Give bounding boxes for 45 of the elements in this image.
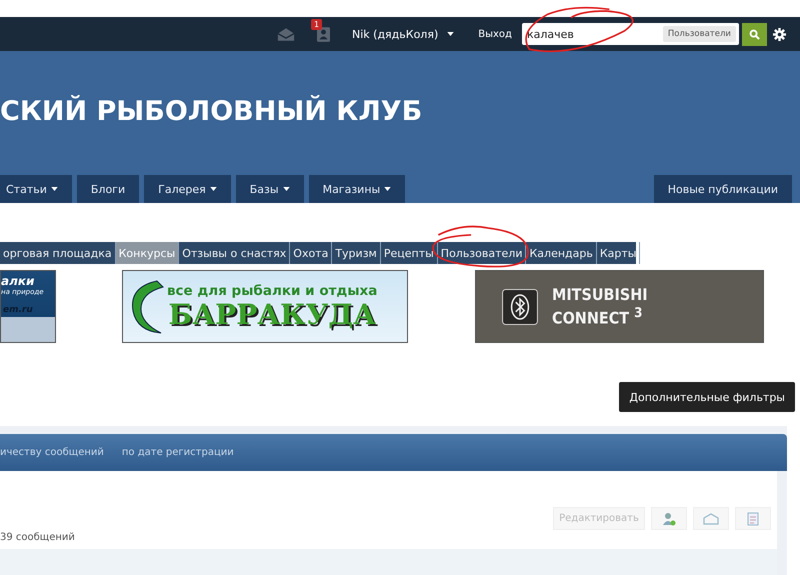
search-scope[interactable]: Пользователи	[662, 26, 736, 42]
nav-item[interactable]: Галерея	[144, 175, 231, 203]
category-tab[interactable]: Календарь	[526, 242, 597, 264]
banner-text: алки	[1, 274, 36, 288]
banner-text: все для рыбалки и отдыха	[167, 282, 378, 298]
filters-button[interactable]: Дополнительные фильтры	[619, 382, 795, 412]
category-tab[interactable]: Туризм	[332, 242, 381, 264]
banner-text: MITSUBISHI	[552, 285, 648, 304]
nav-item[interactable]: Статьи	[0, 175, 72, 203]
ad-banner[interactable]: все для рыбалки и отдыха БАРРАКУДА	[122, 270, 408, 343]
nav-item[interactable]: Блоги	[76, 175, 140, 203]
caret-icon	[210, 187, 217, 191]
settings-icon[interactable]	[772, 28, 786, 40]
site-title: СКИЙ РЫБОЛОВНЫЙ КЛУБ	[0, 94, 424, 129]
user-menu[interactable]: Nik (дядьКоля)	[352, 28, 454, 40]
ad-banner[interactable]: MITSUBISHI CONNECT $^{3}$	[475, 270, 764, 343]
document-icon	[747, 512, 759, 526]
category-tab[interactable]: Рецепты	[380, 242, 438, 264]
category-tab[interactable]: Отзывы о снастях	[179, 242, 290, 264]
caret-icon	[50, 187, 58, 191]
caret-icon	[447, 32, 454, 36]
search-field[interactable]: калачев Пользователи	[522, 23, 739, 45]
banner-text: CONNECT $^{3}$	[552, 305, 644, 328]
logout-link[interactable]: Выход	[478, 28, 512, 40]
caret-icon	[384, 187, 392, 191]
person-icon[interactable]	[317, 26, 330, 42]
category-tab[interactable]: Карты	[596, 242, 640, 264]
category-tab[interactable]: Пользователи	[438, 242, 526, 264]
nav-item[interactable]: Магазины	[308, 175, 406, 203]
nav-item[interactable]: Новые публикации	[654, 175, 792, 203]
search-icon	[748, 28, 760, 40]
sort-tab[interactable]: по дате регистрации	[122, 447, 234, 458]
banner-text: БАРРАКУДА	[168, 298, 376, 330]
banner-text: em.ru	[2, 305, 34, 315]
sort-tab[interactable]: ичеству сообщений	[0, 447, 104, 458]
document-button[interactable]	[735, 507, 771, 530]
search-button[interactable]	[742, 22, 767, 46]
message-button[interactable]	[693, 507, 729, 530]
nav-item[interactable]: Базы	[236, 175, 304, 203]
person-icon	[662, 512, 676, 526]
notification-badge: 1	[311, 18, 322, 30]
post-count: 39 сообщений	[0, 532, 76, 543]
add-friend-button[interactable]	[651, 507, 687, 530]
caret-icon	[282, 187, 290, 191]
category-tab[interactable]: Охота	[290, 242, 332, 264]
